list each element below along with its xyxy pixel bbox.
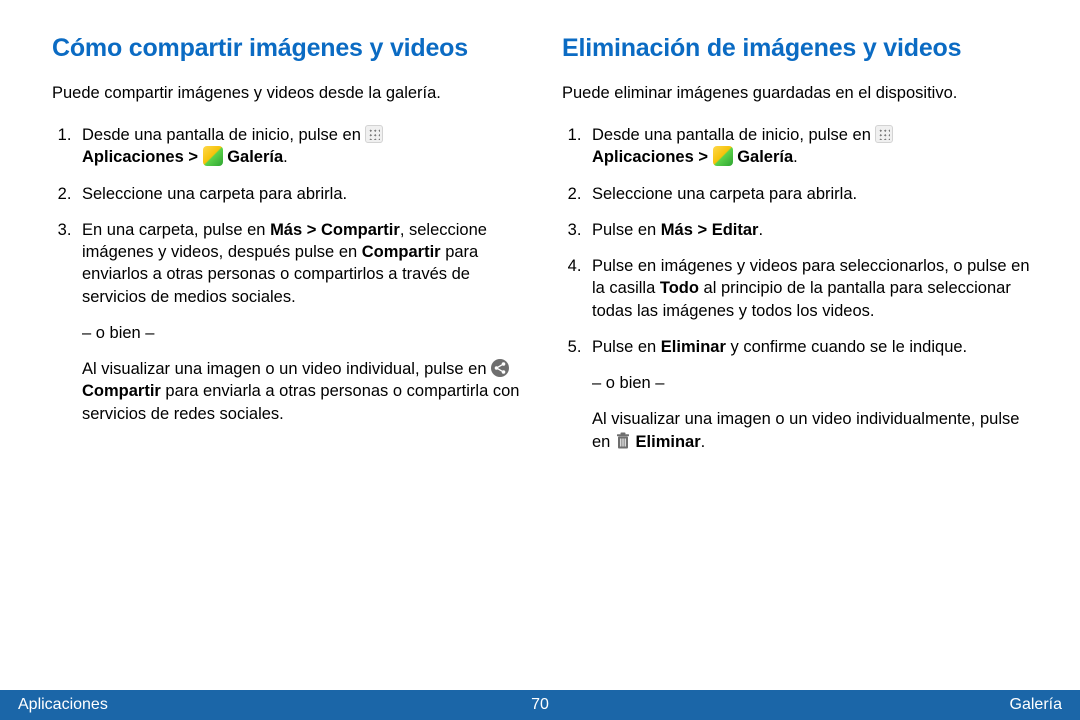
apps-icon <box>365 125 383 143</box>
footer-left: Aplicaciones <box>18 694 108 716</box>
page: Cómo compartir imágenes y videos Puede c… <box>0 0 1080 720</box>
share-step-1: Desde una pantalla de inicio, pulse en A… <box>76 124 530 169</box>
heading-delete: Eliminación de imágenes y videos <box>562 32 1040 66</box>
footer-page-number: 70 <box>531 694 549 716</box>
heading-share: Cómo compartir imágenes y videos <box>52 32 530 66</box>
delete-step-1: Desde una pantalla de inicio, pulse en A… <box>586 124 1040 169</box>
trash-icon <box>615 432 631 450</box>
delete-step-2: Seleccione una carpeta para abrirla. <box>586 183 1040 205</box>
steps-delete: Desde una pantalla de inicio, pulse en A… <box>562 124 1040 453</box>
column-share: Cómo compartir imágenes y videos Puede c… <box>52 32 530 467</box>
delete-alt: Al visualizar una imagen o un video indi… <box>592 408 1040 453</box>
apps-icon <box>875 125 893 143</box>
delete-step-3: Pulse en Más > Editar. <box>586 219 1040 241</box>
delete-or: – o bien – <box>592 372 1040 394</box>
gallery-icon <box>713 146 733 166</box>
footer-bar: Aplicaciones 70 Galería <box>0 690 1080 720</box>
intro-delete: Puede eliminar imágenes guardadas en el … <box>562 82 1040 104</box>
gallery-icon <box>203 146 223 166</box>
content-columns: Cómo compartir imágenes y videos Puede c… <box>0 0 1080 467</box>
share-icon <box>491 359 509 377</box>
delete-step-4: Pulse en imágenes y videos para seleccio… <box>586 255 1040 322</box>
delete-step-5: Pulse en Eliminar y confirme cuando se l… <box>586 336 1040 453</box>
share-or: – o bien – <box>82 322 530 344</box>
column-delete: Eliminación de imágenes y videos Puede e… <box>562 32 1040 467</box>
share-step-3: En una carpeta, pulse en Más > Compartir… <box>76 219 530 425</box>
share-alt: Al visualizar una imagen o un video indi… <box>82 358 530 425</box>
steps-share: Desde una pantalla de inicio, pulse en A… <box>52 124 530 425</box>
footer-right: Galería <box>1010 694 1062 716</box>
intro-share: Puede compartir imágenes y videos desde … <box>52 82 530 104</box>
share-step-2: Seleccione una carpeta para abrirla. <box>76 183 530 205</box>
